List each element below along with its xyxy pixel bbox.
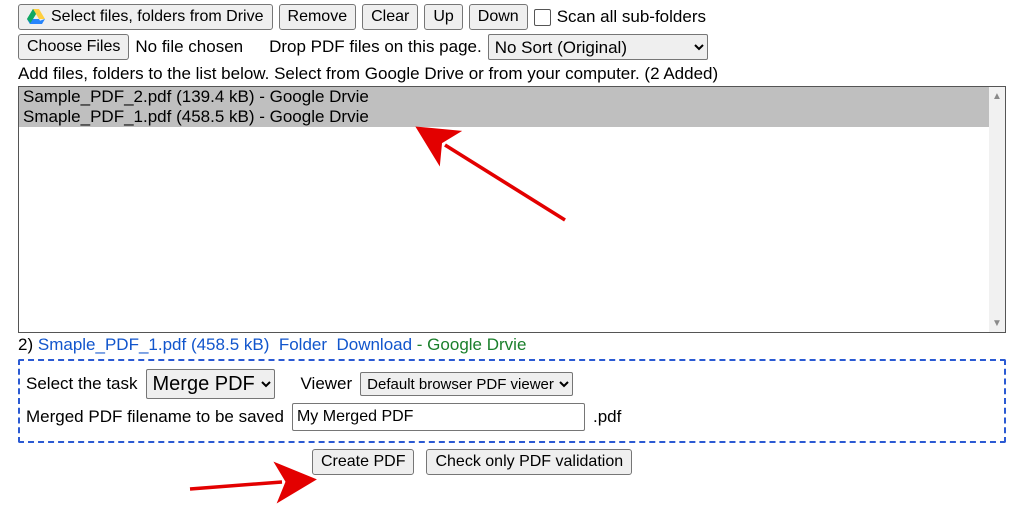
down-button[interactable]: Down: [469, 4, 528, 30]
selected-file-status: 2) Smaple_PDF_1.pdf (458.5 kB) Folder Do…: [18, 335, 1006, 355]
list-item[interactable]: Sample_PDF_2.pdf (139.4 kB) - Google Drv…: [19, 87, 989, 107]
create-pdf-button[interactable]: Create PDF: [312, 449, 414, 475]
select-from-drive-button[interactable]: Select files, folders from Drive: [18, 4, 273, 30]
scan-subfolders-label: Scan all sub-folders: [557, 7, 706, 27]
scroll-down-icon[interactable]: ▼: [989, 314, 1005, 332]
drop-hint-label: Drop PDF files on this page.: [269, 37, 482, 57]
task-options-panel: Select the task Merge PDF Viewer Default…: [18, 359, 1006, 443]
viewer-select[interactable]: Default browser PDF viewer: [360, 372, 573, 396]
folder-link[interactable]: Folder: [279, 335, 327, 354]
choose-files-button[interactable]: Choose Files: [18, 34, 129, 60]
sort-select[interactable]: No Sort (Original): [488, 34, 708, 60]
status-source: - Google Drvie: [412, 335, 526, 354]
scroll-up-icon[interactable]: ▲: [989, 87, 1005, 105]
filename-ext: .pdf: [593, 407, 621, 427]
filename-label: Merged PDF filename to be saved: [26, 407, 284, 427]
up-button[interactable]: Up: [424, 4, 462, 30]
file-list: Sample_PDF_2.pdf (139.4 kB) - Google Drv…: [18, 86, 1006, 333]
download-link[interactable]: Download: [336, 335, 412, 354]
selected-file-link[interactable]: Smaple_PDF_1.pdf (458.5 kB): [38, 335, 270, 354]
filename-input[interactable]: [292, 403, 585, 431]
scan-subfolders-checkbox[interactable]: [534, 9, 551, 26]
no-file-chosen-label: No file chosen: [135, 37, 243, 57]
instructions-text: Add files, folders to the list below. Se…: [18, 64, 1006, 84]
task-select[interactable]: Merge PDF: [146, 369, 275, 399]
google-drive-icon: [27, 9, 45, 25]
check-validation-button[interactable]: Check only PDF validation: [426, 449, 632, 475]
viewer-label: Viewer: [301, 374, 353, 394]
clear-button[interactable]: Clear: [362, 4, 418, 30]
task-label: Select the task: [26, 374, 138, 394]
remove-button[interactable]: Remove: [279, 4, 357, 30]
scrollbar[interactable]: ▲ ▼: [989, 87, 1005, 332]
list-item[interactable]: Smaple_PDF_1.pdf (458.5 kB) - Google Drv…: [19, 107, 989, 127]
select-from-drive-label: Select files, folders from Drive: [51, 7, 264, 27]
